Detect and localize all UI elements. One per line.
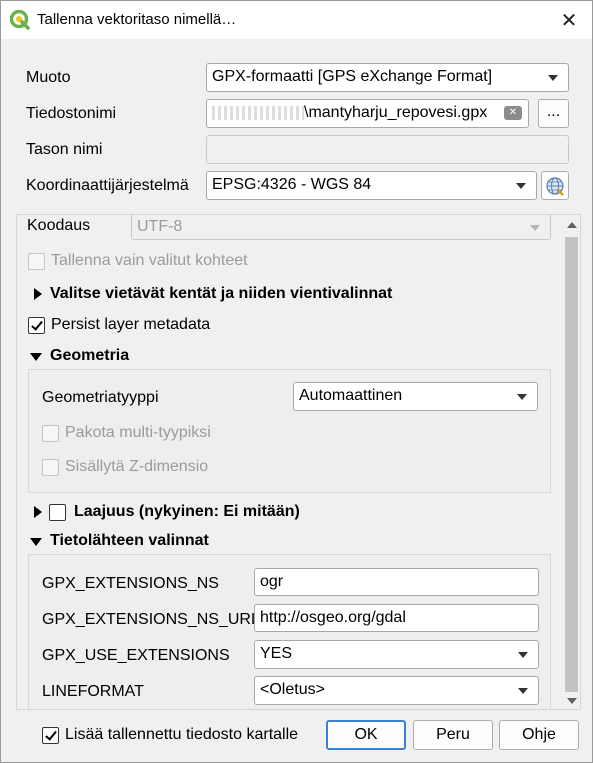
geometry-type-value: Automaattinen xyxy=(299,387,403,404)
chevron-down-icon xyxy=(517,394,527,400)
vertical-scrollbar[interactable] xyxy=(563,215,580,709)
persist-metadata-checkbox[interactable] xyxy=(28,317,45,334)
geometry-panel: Geometriatyyppi Automaattinen Pakota mul… xyxy=(28,369,551,493)
encoding-value: UTF-8 xyxy=(137,218,183,235)
add-to-map-checkbox[interactable] xyxy=(42,727,59,744)
filename-label: Tiedostonimi xyxy=(26,105,117,122)
include-z-checkbox[interactable] xyxy=(42,459,59,476)
expanded-arrow-icon[interactable] xyxy=(30,538,42,546)
filename-value: \mantyharju_repovesi.gpx xyxy=(304,104,488,121)
geometry-type-combo[interactable]: Automaattinen xyxy=(293,382,538,411)
crs-select-button[interactable] xyxy=(541,171,569,200)
select-fields-group-label[interactable]: Valitse vietävät kentät ja niiden vienti… xyxy=(50,285,392,303)
format-label: Muoto xyxy=(26,69,71,86)
window-title: Tallenna vektoritaso nimellä… xyxy=(37,11,237,28)
option-name: LINEFORMAT xyxy=(42,683,144,700)
chevron-down-icon xyxy=(548,75,558,81)
selected-only-label: Tallenna vain valitut kohteet xyxy=(51,252,248,269)
chevron-down-icon xyxy=(518,652,528,658)
option-combo-value: <Oletus> xyxy=(260,681,325,698)
include-z-label: Sisällytä Z-dimensio xyxy=(65,458,209,475)
filename-redacted xyxy=(212,105,304,120)
help-button[interactable]: Ohje xyxy=(499,720,579,750)
selected-only-checkbox[interactable] xyxy=(28,253,45,270)
chevron-down-icon xyxy=(530,225,540,231)
scrollbar-thumb[interactable] xyxy=(565,237,578,692)
scroll-up-icon[interactable] xyxy=(567,222,577,228)
filename-input[interactable]: \mantyharju_repovesi.gpx ✕ xyxy=(206,99,529,128)
geometry-type-label: Geometriatyyppi xyxy=(42,389,159,406)
layername-label: Tason nimi xyxy=(26,141,103,158)
datasource-panel: GPX_EXTENSIONS_NS ogr GPX_EXTENSIONS_NS_… xyxy=(28,554,551,709)
format-combo[interactable]: GPX-formaatti [GPS eXchange Format] xyxy=(206,63,569,92)
force-multi-checkbox[interactable] xyxy=(42,425,59,442)
format-value: GPX-formaatti [GPS eXchange Format] xyxy=(212,68,493,85)
globe-icon xyxy=(545,176,565,196)
qgis-logo-icon xyxy=(9,9,30,30)
geometry-group-label[interactable]: Geometria xyxy=(50,347,129,365)
crs-value: EPSG:4326 - WGS 84 xyxy=(212,176,372,193)
force-multi-label: Pakota multi-tyypiksi xyxy=(65,424,211,441)
layername-input[interactable] xyxy=(206,135,569,164)
expanded-arrow-icon[interactable] xyxy=(30,353,42,361)
scroll-down-icon[interactable] xyxy=(567,698,577,704)
ok-button[interactable]: OK xyxy=(326,720,406,750)
clear-icon[interactable]: ✕ xyxy=(504,106,522,120)
collapsed-arrow-icon[interactable] xyxy=(34,288,42,300)
crs-label: Koordinaattijärjestelmä xyxy=(26,177,189,194)
option-name: GPX_EXTENSIONS_NS_URL xyxy=(42,611,260,628)
option-combo[interactable]: <Oletus> xyxy=(254,676,539,705)
collapsed-arrow-icon[interactable] xyxy=(34,506,42,518)
crs-combo[interactable]: EPSG:4326 - WGS 84 xyxy=(206,171,537,200)
chevron-down-icon xyxy=(518,688,528,694)
cancel-button[interactable]: Peru xyxy=(413,720,493,750)
option-combo-value: YES xyxy=(260,645,293,662)
close-icon[interactable]: ✕ xyxy=(554,5,584,35)
add-to-map-label: Lisää tallennettu tiedosto kartalle xyxy=(65,726,299,743)
extent-group-label[interactable]: Laajuus (nykyinen: Ei mitään) xyxy=(74,503,300,521)
option-combo[interactable]: YES xyxy=(254,640,539,669)
datasource-group-label[interactable]: Tietolähteen valinnat xyxy=(50,532,209,550)
title-bar: Tallenna vektoritaso nimellä… ✕ xyxy=(1,1,592,39)
save-vector-layer-dialog: Tallenna vektoritaso nimellä… ✕ Muoto GP… xyxy=(0,0,593,763)
extent-checkbox[interactable] xyxy=(49,504,66,521)
encoding-label: Koodaus xyxy=(27,217,91,234)
persist-metadata-label: Persist layer metadata xyxy=(51,316,211,333)
option-name: GPX_USE_EXTENSIONS xyxy=(42,647,230,664)
encoding-combo[interactable]: UTF-8 xyxy=(131,215,551,240)
browse-button[interactable]: ... xyxy=(538,99,569,128)
option-text-input[interactable]: ogr xyxy=(254,568,539,596)
option-text-input[interactable]: http://osgeo.org/gdal xyxy=(254,604,539,632)
options-scroll-area[interactable]: Koodaus UTF-8 Tallenna vain valitut koht… xyxy=(16,214,581,710)
option-name: GPX_EXTENSIONS_NS xyxy=(42,575,219,592)
chevron-down-icon xyxy=(516,183,526,189)
